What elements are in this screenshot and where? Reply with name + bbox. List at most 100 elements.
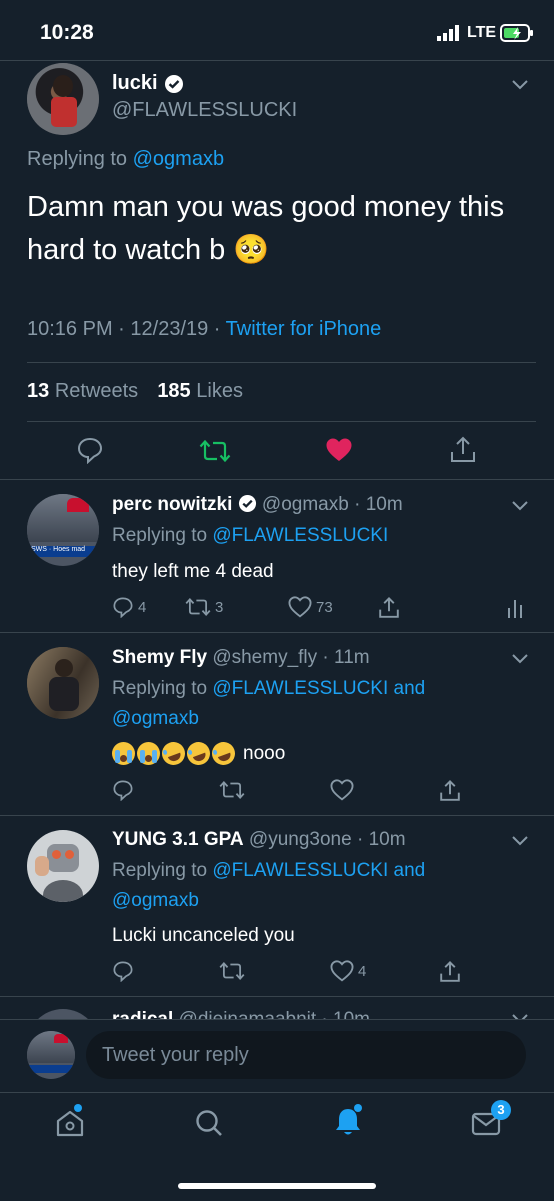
retweet-icon[interactable] bbox=[199, 438, 231, 469]
retweets-count[interactable]: 13 bbox=[27, 380, 49, 402]
chevron-down-icon[interactable] bbox=[511, 79, 529, 91]
search-icon bbox=[196, 1110, 222, 1136]
main-display-name[interactable]: lucki bbox=[112, 72, 158, 95]
retweet-icon bbox=[185, 597, 211, 617]
reply-3-handle[interactable]: @yung3one bbox=[249, 829, 352, 850]
messages-badge: 3 bbox=[491, 1100, 511, 1120]
loudly-crying-emoji-icon bbox=[112, 742, 135, 765]
tab-home[interactable] bbox=[55, 1104, 85, 1143]
reply-icon bbox=[113, 961, 133, 982]
replying-to-link[interactable]: @FLAWLESSLUCKI and bbox=[212, 678, 425, 699]
chevron-down-icon[interactable] bbox=[511, 835, 529, 847]
like-heart-icon bbox=[288, 596, 312, 618]
reply-2-handle[interactable]: @shemy_fly bbox=[212, 647, 317, 668]
reply-1-text: they left me 4 dead bbox=[112, 561, 274, 582]
reply-3-header: YUNG 3.1 GPA @yung3one · 10m bbox=[112, 829, 406, 850]
battery-icon bbox=[500, 24, 534, 42]
shemy-fly-avatar[interactable] bbox=[27, 647, 99, 719]
reply-1-display-name[interactable]: perc nowitzki bbox=[112, 494, 232, 515]
like-action[interactable] bbox=[330, 779, 354, 801]
reply-icon[interactable] bbox=[76, 436, 104, 469]
like-action[interactable]: 4 bbox=[330, 960, 366, 982]
retweet-action[interactable] bbox=[219, 960, 245, 982]
chevron-down-icon[interactable] bbox=[511, 500, 529, 512]
reply-2-header: Shemy Fly @shemy_fly · 11m bbox=[112, 647, 370, 668]
partial-reply-avatar bbox=[27, 1009, 99, 1019]
main-tweet-bottom-divider bbox=[0, 479, 554, 480]
like-count: 4 bbox=[358, 962, 367, 980]
partial-reply-handle: @dieinamaabnit bbox=[179, 1009, 317, 1019]
lucki-avatar[interactable] bbox=[27, 63, 99, 135]
reply-2-display-name[interactable]: Shemy Fly bbox=[112, 647, 207, 668]
retweet-action[interactable]: 3 bbox=[185, 596, 223, 618]
reply-3-actions: 4 bbox=[112, 960, 532, 986]
retweet-icon bbox=[219, 780, 245, 800]
reply-action[interactable] bbox=[112, 779, 134, 801]
retweet-count: 3 bbox=[215, 598, 224, 616]
reply-1-time: 10m bbox=[365, 494, 403, 515]
main-tweet-text: Damn man you was good money this hard to… bbox=[27, 191, 505, 266]
likes-count[interactable]: 185 bbox=[157, 380, 190, 402]
reply-3-text: Lucki uncanceled you bbox=[112, 925, 295, 946]
tweet-date: 12/23/19 bbox=[130, 318, 209, 340]
replying-prefix: Replying to bbox=[27, 148, 128, 170]
tweet-time: 10:16 PM bbox=[27, 318, 113, 340]
share-icon[interactable] bbox=[439, 960, 461, 989]
reply-action[interactable] bbox=[112, 960, 134, 982]
home-indicator bbox=[178, 1183, 376, 1189]
tweet-source-link[interactable]: Twitter for iPhone bbox=[226, 318, 382, 340]
reply-1-replying: Replying to @FLAWLESSLUCKI bbox=[112, 525, 388, 547]
reply-2-text: nooo bbox=[243, 742, 286, 764]
like-count: 73 bbox=[316, 598, 333, 616]
retweets-label[interactable]: Retweets bbox=[55, 380, 138, 402]
retweet-icon bbox=[219, 961, 245, 981]
reply-3-time: 10m bbox=[368, 829, 406, 850]
share-icon[interactable] bbox=[439, 779, 461, 808]
share-icon[interactable] bbox=[450, 435, 476, 470]
tab-notifications[interactable] bbox=[333, 1104, 363, 1143]
partial-reply[interactable]: radical @dieinamaabnit · 10m bbox=[0, 997, 554, 1019]
reply-3-replying: Replying to @FLAWLESSLUCKI and bbox=[112, 860, 425, 882]
network-label: LTE bbox=[467, 24, 497, 41]
reply-input-placeholder: Tweet your reply bbox=[102, 1044, 249, 1066]
reply-1-header: perc nowitzki @ogmaxb · 10m bbox=[112, 494, 403, 515]
tab-search[interactable] bbox=[194, 1108, 224, 1143]
like-action[interactable]: 73 bbox=[288, 596, 333, 618]
replying-to-extra-link[interactable]: @ogmaxb bbox=[112, 890, 199, 912]
replying-to-extra-link[interactable]: @ogmaxb bbox=[112, 708, 199, 730]
like-heart-icon[interactable] bbox=[325, 437, 353, 468]
reply-action[interactable]: 4 bbox=[112, 596, 146, 618]
reply-2-time: 11m bbox=[334, 647, 370, 668]
reply-2-replying: Replying to @FLAWLESSLUCKI and bbox=[112, 678, 425, 700]
retweet-action[interactable] bbox=[219, 779, 245, 801]
engagement-stats: 13 Retweets 185 Likes bbox=[27, 380, 243, 403]
reply-2-text-row: nooo bbox=[112, 738, 286, 769]
share-icon[interactable] bbox=[378, 596, 400, 625]
chevron-down-icon[interactable] bbox=[511, 653, 529, 665]
like-heart-icon bbox=[330, 960, 354, 982]
loudly-crying-emoji-icon bbox=[137, 742, 160, 765]
analytics-icon[interactable] bbox=[508, 598, 522, 623]
replying-prefix: Replying to bbox=[112, 525, 208, 546]
main-author[interactable]: lucki bbox=[112, 72, 184, 95]
reply-input[interactable]: Tweet your reply bbox=[86, 1031, 526, 1079]
reply-1-handle[interactable]: @ogmaxb bbox=[262, 494, 349, 515]
replying-to-link[interactable]: @FLAWLESSLUCKI bbox=[212, 525, 388, 546]
main-handle[interactable]: @FLAWLESSLUCKI bbox=[112, 99, 297, 122]
partial-reply-time: 10m bbox=[333, 1009, 370, 1019]
reply-1-actions: 4 3 73 bbox=[112, 596, 532, 622]
reply-3-display-name[interactable]: YUNG 3.1 GPA bbox=[112, 829, 244, 850]
status-time: 10:28 bbox=[40, 21, 94, 44]
replying-to-link[interactable]: @FLAWLESSLUCKI and bbox=[212, 860, 425, 881]
replying-to-link[interactable]: @ogmaxb bbox=[133, 148, 224, 170]
replying-prefix: Replying to bbox=[112, 678, 208, 699]
home-icon bbox=[56, 1110, 84, 1137]
likes-label[interactable]: Likes bbox=[196, 380, 243, 402]
perc-nowitzki-avatar[interactable]: SWS · Hoes mad bbox=[27, 494, 99, 566]
tab-messages[interactable]: 3 bbox=[471, 1100, 511, 1143]
yung-gpa-avatar[interactable] bbox=[27, 830, 99, 902]
reply-2-divider bbox=[0, 815, 554, 816]
signal-icon bbox=[437, 25, 459, 41]
reply-icon bbox=[113, 597, 133, 618]
composer-avatar[interactable] bbox=[27, 1031, 75, 1079]
